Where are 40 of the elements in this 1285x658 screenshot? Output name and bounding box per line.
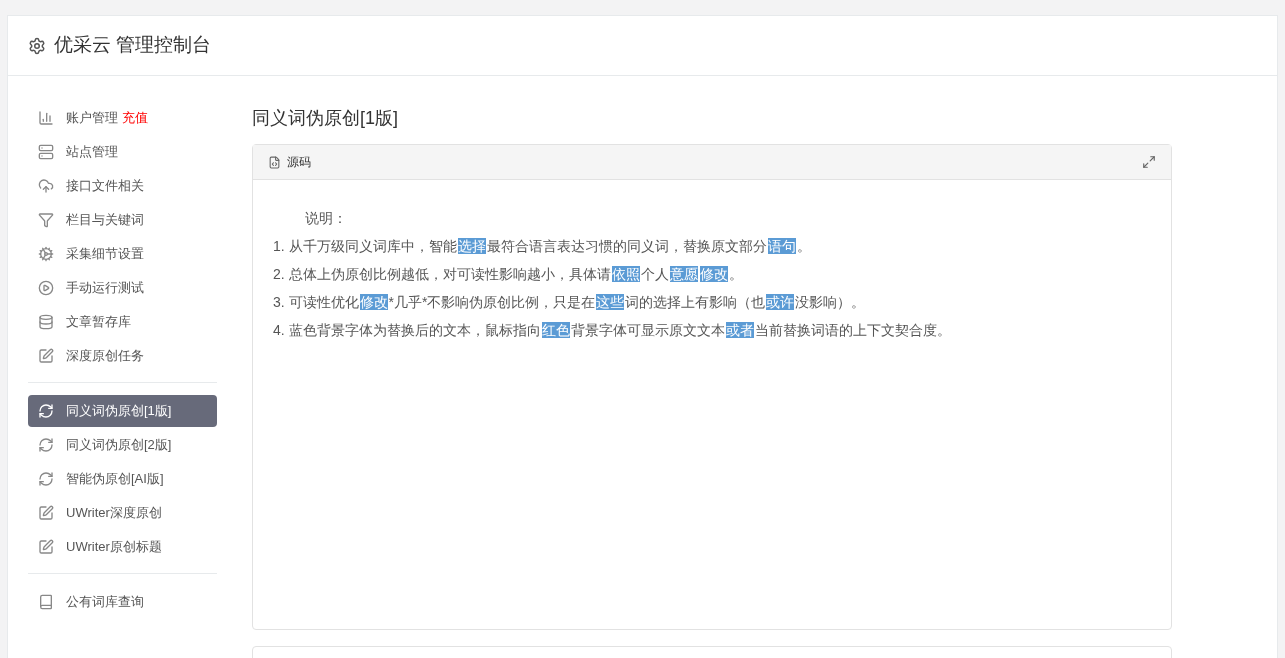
explanation-line: 3. 可读性优化修改*几乎*不影响伪原创比例，只是在这些词的选择上有影响（也或许没影响）。 — [273, 293, 867, 312]
edit-icon — [38, 505, 54, 521]
sidebar-item[interactable]: 站点管理 — [28, 136, 217, 168]
play-icon — [38, 280, 54, 296]
explanation-line: 2. 总体上伪原创比例越低，对可读性影响越小，具体请依照个人意愿修改。 — [273, 265, 744, 284]
edit-icon — [38, 539, 54, 555]
sidebar-item[interactable]: 深度原创任务 — [28, 340, 217, 372]
sidebar-item[interactable]: UWriter深度原创 — [28, 497, 217, 529]
app-title: 优采云 管理控制台 — [54, 33, 212, 58]
refresh-icon — [38, 437, 54, 453]
settings-icon — [28, 36, 46, 55]
explanation-line: 4. 蓝色背景字体为替换后的文本，鼠标指向 红色背景字体可显示原文文本或者当前替换词语的上下文契合度。 — [273, 321, 952, 340]
book-icon — [38, 594, 54, 610]
server-icon — [38, 144, 54, 160]
sidebar-item[interactable]: UWriter原创标题 — [28, 531, 217, 563]
sidebar-item[interactable]: 采集细节设置 — [28, 238, 217, 270]
database-icon — [38, 314, 54, 330]
sidebar-item[interactable]: 栏目与关键词 — [28, 204, 217, 236]
fullscreen-icon[interactable] — [1142, 155, 1156, 169]
page-heading: 同义词伪原创[1版] — [252, 107, 399, 130]
gears-icon — [38, 246, 54, 262]
sidebar-item[interactable]: 同义词伪原创[1版] — [28, 395, 217, 427]
edit-icon — [38, 348, 54, 364]
sidebar-item[interactable]: 账户管理 充值 — [28, 102, 217, 134]
recharge-link[interactable]: 充值 — [122, 110, 148, 126]
refresh-icon — [38, 403, 54, 419]
explanation-heading: 说明： — [304, 209, 348, 228]
code-file-icon — [268, 155, 281, 169]
sidebar-item[interactable]: 文章暂存库 — [28, 306, 217, 338]
sidebar-item[interactable]: 公有词库查询 — [28, 586, 217, 618]
sidebar-item[interactable]: 接口文件相关 — [28, 170, 217, 202]
bar-chart-icon — [38, 110, 54, 126]
filter-icon — [38, 212, 54, 228]
refresh-icon — [38, 471, 54, 487]
explanation-line: 1. 从千万级同义词库中，智能选择最符合语言表达习惯的同义词，替换原文部分语句。 — [273, 237, 812, 256]
sidebar-item[interactable]: 手动运行测试 — [28, 272, 217, 304]
cloud-upload-icon — [38, 178, 54, 194]
panel-tab[interactable]: 源码 — [287, 153, 311, 171]
sidebar-item[interactable]: 同义词伪原创[2版] — [28, 429, 217, 461]
sidebar-item[interactable]: 智能伪原创[AI版] — [28, 463, 217, 495]
